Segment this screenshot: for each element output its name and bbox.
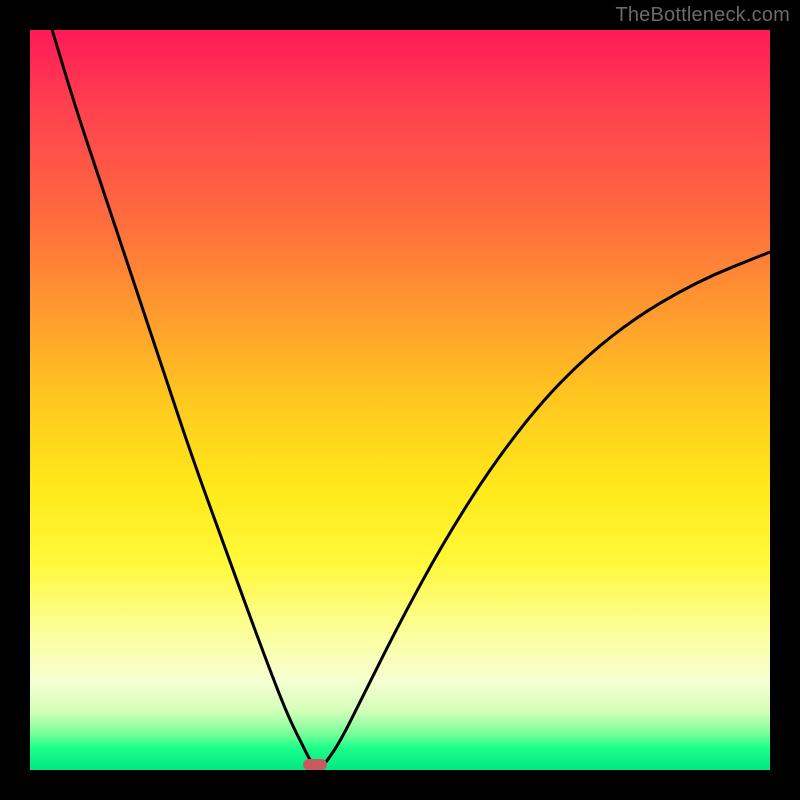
bottleneck-curve: [30, 30, 770, 770]
minimum-marker: [303, 759, 327, 770]
watermark-text: TheBottleneck.com: [615, 4, 790, 27]
plot-area: [30, 30, 770, 770]
chart-frame: TheBottleneck.com: [0, 0, 800, 800]
